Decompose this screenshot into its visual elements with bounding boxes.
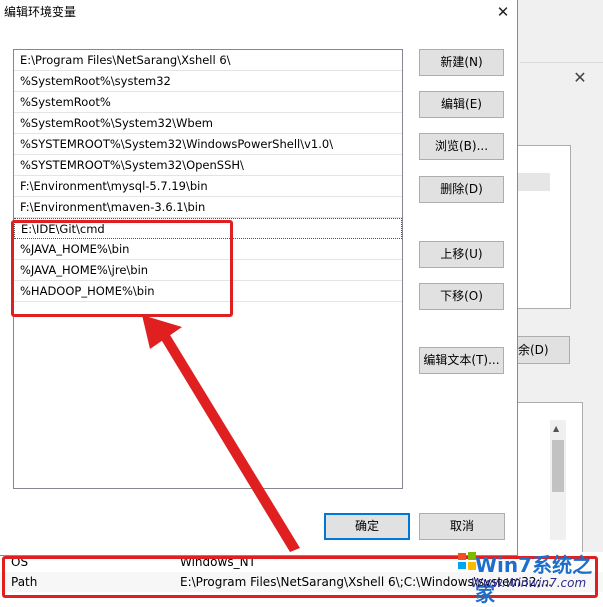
path-entry[interactable]: %SYSTEMROOT%\System32\OpenSSH\ [14, 155, 402, 176]
path-entry[interactable]: %SystemRoot% [14, 92, 402, 113]
watermark: Win7系统之家 Www.Winwin7.com [453, 548, 601, 606]
background-close-icon[interactable]: ✕ [570, 68, 590, 88]
scroll-up-arrow-icon[interactable]: ▲ [553, 424, 559, 433]
new-button[interactable]: 新建(N) [419, 49, 504, 76]
path-entry[interactable]: %SystemRoot%\System32\Wbem [14, 113, 402, 134]
ok-button[interactable]: 确定 [324, 513, 410, 540]
dialog-close-icon[interactable]: ✕ [492, 2, 514, 22]
path-entry[interactable]: %SystemRoot%\system32 [14, 71, 402, 92]
highlight-box-new-entries [11, 220, 233, 317]
background-window-divider [520, 62, 603, 63]
watermark-url: Www.Winwin7.com [471, 576, 587, 590]
path-entry[interactable]: F:\Environment\mysql-5.7.19\bin [14, 176, 402, 197]
browse-button[interactable]: 浏览(B)... [419, 133, 504, 160]
move-down-button[interactable]: 下移(O) [419, 283, 504, 310]
background-scrollbar-thumb[interactable] [552, 440, 564, 492]
background-delete-button[interactable]: 余(D) [518, 336, 570, 364]
move-up-button[interactable]: 上移(U) [419, 241, 504, 268]
path-entry[interactable]: E:\Program Files\NetSarang\Xshell 6\ [14, 50, 402, 71]
edit-button[interactable]: 编辑(E) [419, 91, 504, 118]
cancel-button[interactable]: 取消 [419, 513, 505, 540]
windows-logo-icon [458, 552, 476, 570]
background-list-selected-row [518, 173, 550, 191]
background-user-variables-list[interactable] [518, 145, 571, 309]
edit-text-button[interactable]: 编辑文本(T)... [419, 347, 504, 374]
path-entry[interactable]: %SYSTEMROOT%\System32\WindowsPowerShell\… [14, 134, 402, 155]
dialog-title: 编辑环境变量 [4, 5, 77, 19]
delete-button[interactable]: 删除(D) [419, 176, 504, 203]
path-entry[interactable]: F:\Environment\maven-3.6.1\bin [14, 197, 402, 218]
background-delete-label: 余(D) [518, 343, 549, 357]
